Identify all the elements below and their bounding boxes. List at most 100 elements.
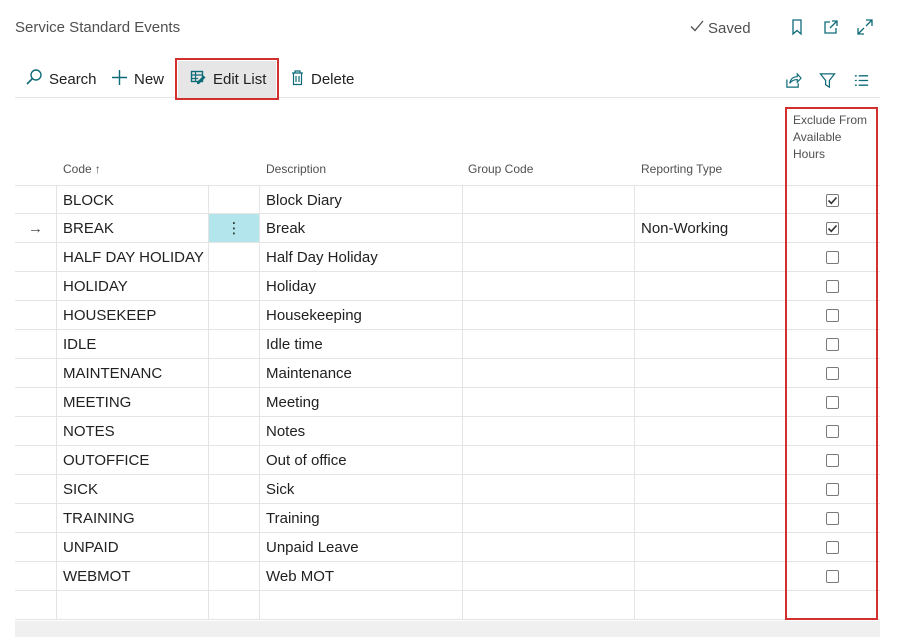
column-header-code[interactable]: Code ↑ (63, 162, 101, 176)
description-cell[interactable]: Half Day Holiday (260, 243, 463, 271)
exclude-checkbox[interactable] (826, 569, 839, 583)
table-row[interactable]: SICK Sick (15, 475, 880, 504)
row-menu-icon[interactable] (209, 272, 260, 300)
code-cell[interactable]: MAINTENANC (57, 359, 209, 387)
row-menu-icon[interactable] (209, 359, 260, 387)
exclude-checkbox[interactable] (826, 221, 839, 235)
group-code-cell[interactable] (463, 186, 635, 214)
description-cell[interactable]: Web MOT (260, 562, 463, 590)
row-menu-icon[interactable] (209, 475, 260, 503)
reporting-type-cell[interactable] (635, 330, 785, 358)
code-cell[interactable]: NOTES (57, 417, 209, 445)
reporting-type-cell[interactable]: Non-Working (635, 214, 785, 242)
row-menu-icon[interactable] (209, 504, 260, 532)
bookmark-icon[interactable] (786, 16, 808, 38)
table-row[interactable]: NOTES Notes (15, 417, 880, 446)
table-row[interactable]: WEBMOT Web MOT (15, 562, 880, 591)
column-header-exclude-from-available-hours[interactable]: Exclude From Available Hours (793, 112, 873, 163)
table-row[interactable]: HOLIDAY Holiday (15, 272, 880, 301)
reporting-type-cell[interactable] (635, 186, 785, 214)
group-code-cell[interactable] (463, 243, 635, 271)
code-cell[interactable]: HOUSEKEEP (57, 301, 209, 329)
horizontal-scrollbar[interactable] (15, 621, 880, 637)
open-new-window-icon[interactable] (820, 16, 842, 38)
reporting-type-cell[interactable] (635, 272, 785, 300)
edit-list-button[interactable]: Edit List (174, 58, 280, 100)
description-cell[interactable]: Training (260, 504, 463, 532)
description-cell[interactable]: Sick (260, 475, 463, 503)
exclude-checkbox[interactable] (826, 511, 839, 525)
exclude-checkbox[interactable] (826, 366, 839, 380)
row-menu-icon[interactable] (209, 330, 260, 358)
row-menu-icon[interactable] (209, 533, 260, 561)
code-cell[interactable]: MEETING (57, 388, 209, 416)
column-header-reporting-type[interactable]: Reporting Type (641, 162, 722, 176)
group-code-cell[interactable] (463, 388, 635, 416)
reporting-type-cell[interactable] (635, 388, 785, 416)
row-menu-icon[interactable] (209, 301, 260, 329)
description-cell[interactable]: Maintenance (260, 359, 463, 387)
table-row[interactable]: TRAINING Training (15, 504, 880, 533)
exclude-checkbox[interactable] (826, 250, 839, 264)
description-cell[interactable]: Idle time (260, 330, 463, 358)
row-menu-icon[interactable] (209, 186, 260, 214)
group-code-cell[interactable] (463, 301, 635, 329)
exclude-checkbox[interactable] (826, 395, 839, 409)
table-row[interactable]: HALF DAY HOLIDAY Half Day Holiday (15, 243, 880, 272)
code-cell[interactable]: IDLE (57, 330, 209, 358)
description-cell[interactable]: Holiday (260, 272, 463, 300)
new-empty-row[interactable] (15, 591, 880, 620)
table-row[interactable]: OUTOFFICE Out of office (15, 446, 880, 475)
table-row[interactable]: BLOCK Block Diary (15, 185, 880, 214)
group-code-cell[interactable] (463, 417, 635, 445)
exclude-checkbox[interactable] (826, 482, 839, 496)
code-cell[interactable]: HOLIDAY (57, 272, 209, 300)
group-code-cell[interactable] (463, 359, 635, 387)
exclude-checkbox[interactable] (826, 308, 839, 322)
description-cell[interactable]: Block Diary (260, 186, 463, 214)
group-code-cell[interactable] (463, 214, 635, 242)
group-code-cell[interactable] (463, 330, 635, 358)
group-code-cell[interactable] (463, 446, 635, 474)
reporting-type-cell[interactable] (635, 533, 785, 561)
reporting-type-cell[interactable] (635, 446, 785, 474)
delete-button[interactable]: Delete (290, 60, 354, 98)
column-header-description[interactable]: Description (266, 162, 326, 176)
group-code-cell[interactable] (463, 475, 635, 503)
row-menu-icon[interactable] (209, 562, 260, 590)
code-cell[interactable]: BLOCK (57, 186, 209, 214)
list-view-icon[interactable] (850, 69, 872, 91)
row-menu-icon[interactable] (209, 417, 260, 445)
code-cell[interactable]: BREAK (57, 214, 209, 242)
description-cell[interactable]: Break (260, 214, 463, 242)
code-cell[interactable]: WEBMOT (57, 562, 209, 590)
reporting-type-cell[interactable] (635, 562, 785, 590)
code-cell[interactable]: OUTOFFICE (57, 446, 209, 474)
description-cell[interactable]: Notes (260, 417, 463, 445)
table-row[interactable]: IDLE Idle time (15, 330, 880, 359)
code-cell[interactable]: HALF DAY HOLIDAY (57, 243, 209, 271)
reporting-type-cell[interactable] (635, 243, 785, 271)
filter-icon[interactable] (816, 69, 838, 91)
exclude-checkbox[interactable] (826, 337, 839, 351)
code-cell[interactable]: SICK (57, 475, 209, 503)
group-code-cell[interactable] (463, 504, 635, 532)
share-icon[interactable] (782, 69, 804, 91)
group-code-cell[interactable] (463, 562, 635, 590)
new-button[interactable]: New (111, 60, 164, 98)
reporting-type-cell[interactable] (635, 475, 785, 503)
reporting-type-cell[interactable] (635, 417, 785, 445)
exclude-checkbox[interactable] (826, 453, 839, 467)
exclude-checkbox[interactable] (826, 424, 839, 438)
search-button[interactable]: Search (25, 60, 97, 98)
description-cell[interactable]: Out of office (260, 446, 463, 474)
reporting-type-cell[interactable] (635, 504, 785, 532)
exclude-checkbox[interactable] (826, 193, 839, 207)
row-menu-icon[interactable]: ⋮ (209, 214, 260, 242)
group-code-cell[interactable] (463, 533, 635, 561)
row-menu-icon[interactable] (209, 243, 260, 271)
row-menu-icon[interactable] (209, 446, 260, 474)
code-cell[interactable]: TRAINING (57, 504, 209, 532)
exclude-checkbox[interactable] (826, 279, 839, 293)
code-cell[interactable]: UNPAID (57, 533, 209, 561)
